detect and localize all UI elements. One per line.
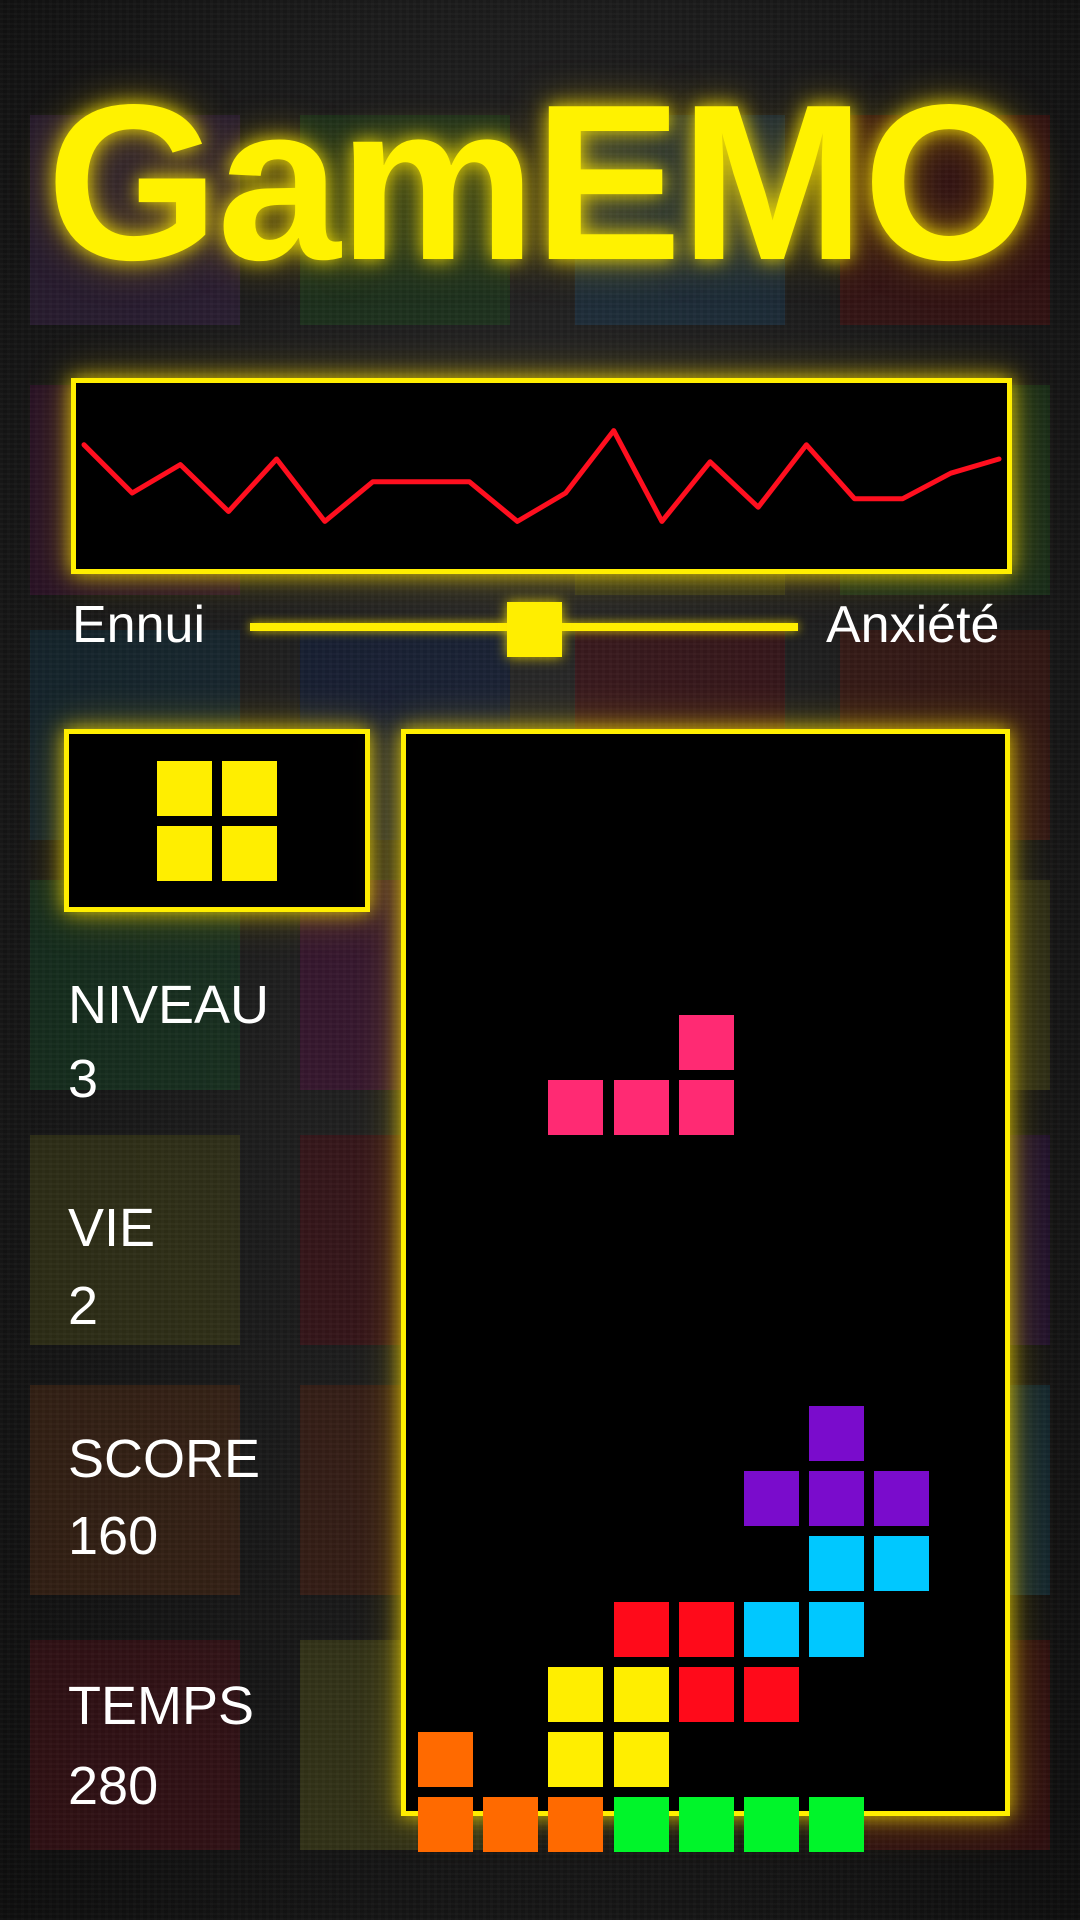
game-board[interactable] xyxy=(401,729,1010,1853)
settled-block xyxy=(744,1666,799,1722)
time-label: TEMPS xyxy=(68,1676,255,1736)
game-title: GamEMO xyxy=(46,59,1035,307)
boredom-label: Ennui xyxy=(72,596,205,654)
level-value: 3 xyxy=(68,1049,99,1109)
settled-block xyxy=(809,1536,865,1592)
settled-block xyxy=(874,1536,930,1592)
next-piece-preview xyxy=(64,729,370,912)
background-tile xyxy=(30,1640,240,1850)
settled-block xyxy=(744,1601,799,1657)
emotion-slider-thumb xyxy=(507,602,563,657)
falling-piece-block xyxy=(613,1080,669,1135)
next-piece-block xyxy=(157,760,212,816)
falling-piece-block xyxy=(678,1014,734,1070)
life-label: VIE xyxy=(68,1198,156,1258)
settled-block xyxy=(613,1732,669,1787)
settled-block xyxy=(809,1406,865,1461)
emotion-trace-chart xyxy=(81,428,1002,524)
emotion-trace-line xyxy=(81,428,1002,524)
settled-block xyxy=(483,1797,539,1853)
settled-block xyxy=(548,1666,604,1722)
emotion-graph xyxy=(71,378,1012,574)
settled-block xyxy=(418,1732,473,1787)
settled-block xyxy=(744,1471,799,1527)
settled-block xyxy=(548,1797,604,1853)
settled-block xyxy=(548,1732,604,1787)
next-piece-block xyxy=(222,825,277,881)
settled-block xyxy=(809,1601,865,1657)
settled-block xyxy=(678,1797,734,1853)
time-value: 280 xyxy=(68,1756,159,1816)
settled-block xyxy=(613,1601,669,1657)
level-label: NIVEAU xyxy=(68,975,270,1035)
life-value: 2 xyxy=(68,1276,99,1336)
falling-piece-block xyxy=(548,1080,604,1135)
settled-block xyxy=(613,1797,669,1853)
next-piece-block xyxy=(222,760,277,816)
settled-block xyxy=(678,1601,734,1657)
score-value: 160 xyxy=(68,1506,159,1566)
score-label: SCORE xyxy=(68,1429,261,1489)
next-piece-block xyxy=(157,825,212,881)
settled-block xyxy=(418,1797,473,1853)
settled-block xyxy=(678,1666,734,1722)
settled-block xyxy=(613,1666,669,1722)
falling-piece-block xyxy=(678,1080,734,1135)
anxiety-label: Anxiété xyxy=(826,596,1000,654)
settled-block xyxy=(874,1471,930,1527)
game-screen: GamEMO Ennui Anxiété NIVEAU 3 VIE 2 SCOR… xyxy=(0,0,1080,1920)
settled-block xyxy=(744,1797,799,1853)
settled-block xyxy=(809,1471,865,1527)
settled-block xyxy=(809,1797,865,1853)
